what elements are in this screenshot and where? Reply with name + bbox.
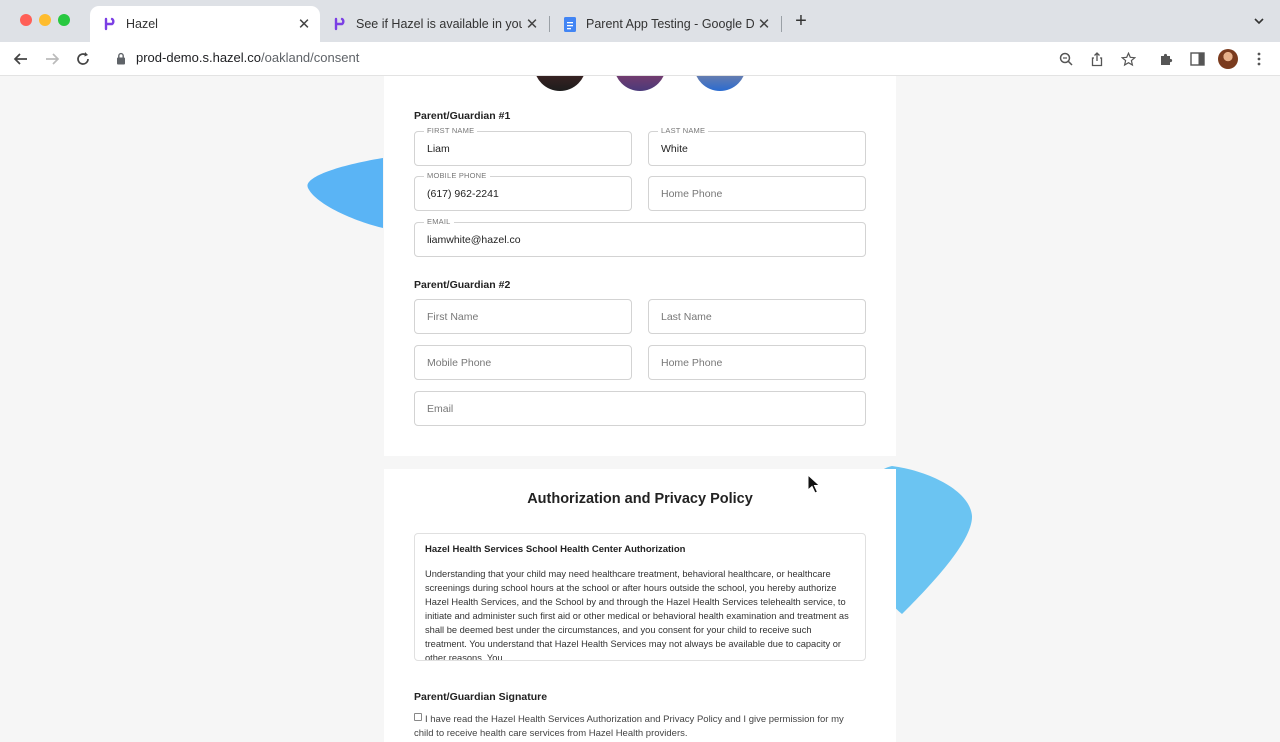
mouse-cursor-icon	[807, 474, 821, 494]
guardian1-mobile-phone-field[interactable]: MOBILE PHONE (617) 962-2241	[414, 171, 632, 211]
url-path: /oakland/consent	[261, 50, 360, 65]
field-label: EMAIL	[424, 217, 454, 226]
url-host: prod-demo.s.hazel.co	[136, 50, 262, 65]
guardian1-heading: Parent/Guardian #1	[414, 110, 511, 122]
guardian1-email-field[interactable]: EMAIL liamwhite@hazel.co	[414, 217, 866, 257]
browser-toolbar: prod-demo.s.hazel.co/oakland/consent	[0, 42, 1280, 76]
chevron-down-icon[interactable]	[1250, 12, 1268, 30]
field-value: Liam	[427, 143, 450, 155]
tab-hazel-availability[interactable]: See if Hazel is available in your ✕	[320, 6, 548, 42]
signature-heading: Parent/Guardian Signature	[414, 691, 548, 703]
new-tab-button[interactable]: +	[790, 10, 812, 32]
side-panel-icon[interactable]	[1187, 49, 1207, 69]
tab-separator	[781, 16, 782, 32]
tab-google-doc[interactable]: Parent App Testing - Google D ✕	[550, 6, 780, 42]
field-label: LAST NAME	[658, 126, 709, 135]
policy-scroll-box[interactable]: Hazel Health Services School Health Cent…	[414, 533, 866, 661]
guardian1-home-phone-field[interactable]: Home Phone	[648, 176, 866, 211]
address-bar[interactable]: prod-demo.s.hazel.co/oakland/consent	[136, 50, 359, 65]
field-value: White	[661, 143, 688, 155]
kebab-menu-icon[interactable]	[1249, 49, 1269, 69]
guardian-info-card: Parent/Guardian #1 FIRST NAME Liam LAST …	[384, 76, 896, 456]
field-placeholder: Last Name	[661, 311, 712, 323]
guardian2-home-phone-field[interactable]: Home Phone	[648, 345, 866, 380]
consent-text: I have read the Hazel Health Services Au…	[414, 714, 844, 739]
guardian1-first-name-field[interactable]: FIRST NAME Liam	[414, 126, 632, 166]
decorative-blob	[307, 158, 383, 228]
share-icon[interactable]	[1087, 49, 1107, 69]
field-label: FIRST NAME	[424, 126, 478, 135]
field-placeholder: Mobile Phone	[427, 357, 492, 369]
forward-arrow-icon[interactable]	[41, 48, 63, 70]
guardian2-email-field[interactable]: Email	[414, 391, 866, 426]
zoom-icon[interactable]	[1056, 49, 1076, 69]
lock-icon[interactable]	[116, 52, 126, 70]
student-photo	[534, 76, 586, 91]
policy-text: Understanding that your child may need h…	[425, 569, 849, 661]
tab-title: See if Hazel is available in your	[356, 17, 522, 31]
policy-heading: Hazel Health Services School Health Cent…	[425, 544, 686, 555]
tab-title: Hazel	[126, 17, 158, 31]
maximize-window-button[interactable]	[58, 14, 70, 26]
field-placeholder: First Name	[427, 311, 479, 323]
student-photo	[694, 76, 746, 91]
page-viewport: Parent/Guardian #1 FIRST NAME Liam LAST …	[0, 76, 1280, 742]
consent-row: I have read the Hazel Health Services Au…	[414, 713, 864, 741]
minimize-window-button[interactable]	[39, 14, 51, 26]
hazel-logo-icon	[332, 16, 348, 32]
student-photo	[614, 76, 666, 91]
close-tab-icon[interactable]: ✕	[294, 15, 314, 33]
field-value: liamwhite@hazel.co	[427, 234, 521, 246]
field-value: (617) 962-2241	[427, 188, 499, 200]
field-placeholder: Home Phone	[661, 357, 723, 369]
close-tab-icon[interactable]: ✕	[522, 15, 542, 33]
guardian2-first-name-field[interactable]: First Name	[414, 299, 632, 334]
field-label: MOBILE PHONE	[424, 171, 490, 180]
profile-avatar[interactable]	[1218, 49, 1238, 69]
consent-checkbox[interactable]	[414, 713, 422, 721]
tab-title: Parent App Testing - Google D	[586, 17, 754, 31]
guardian2-last-name-field[interactable]: Last Name	[648, 299, 866, 334]
guardian2-mobile-phone-field[interactable]: Mobile Phone	[414, 345, 632, 380]
tab-hazel[interactable]: Hazel ✕	[90, 6, 320, 42]
authorization-card: Authorization and Privacy Policy Hazel H…	[384, 469, 896, 742]
extensions-puzzle-icon[interactable]	[1156, 49, 1176, 69]
bookmark-star-icon[interactable]	[1118, 49, 1138, 69]
close-tab-icon[interactable]: ✕	[754, 15, 774, 33]
close-window-button[interactable]	[20, 14, 32, 26]
field-placeholder: Home Phone	[661, 188, 723, 200]
back-arrow-icon[interactable]	[10, 48, 32, 70]
field-placeholder: Email	[427, 403, 454, 415]
guardian2-heading: Parent/Guardian #2	[414, 279, 511, 291]
guardian1-last-name-field[interactable]: LAST NAME White	[648, 126, 866, 166]
reload-icon[interactable]	[72, 48, 94, 70]
hazel-logo-icon	[102, 16, 118, 32]
google-docs-icon	[562, 16, 578, 32]
browser-tab-bar: Hazel ✕ See if Hazel is available in you…	[0, 0, 1280, 42]
